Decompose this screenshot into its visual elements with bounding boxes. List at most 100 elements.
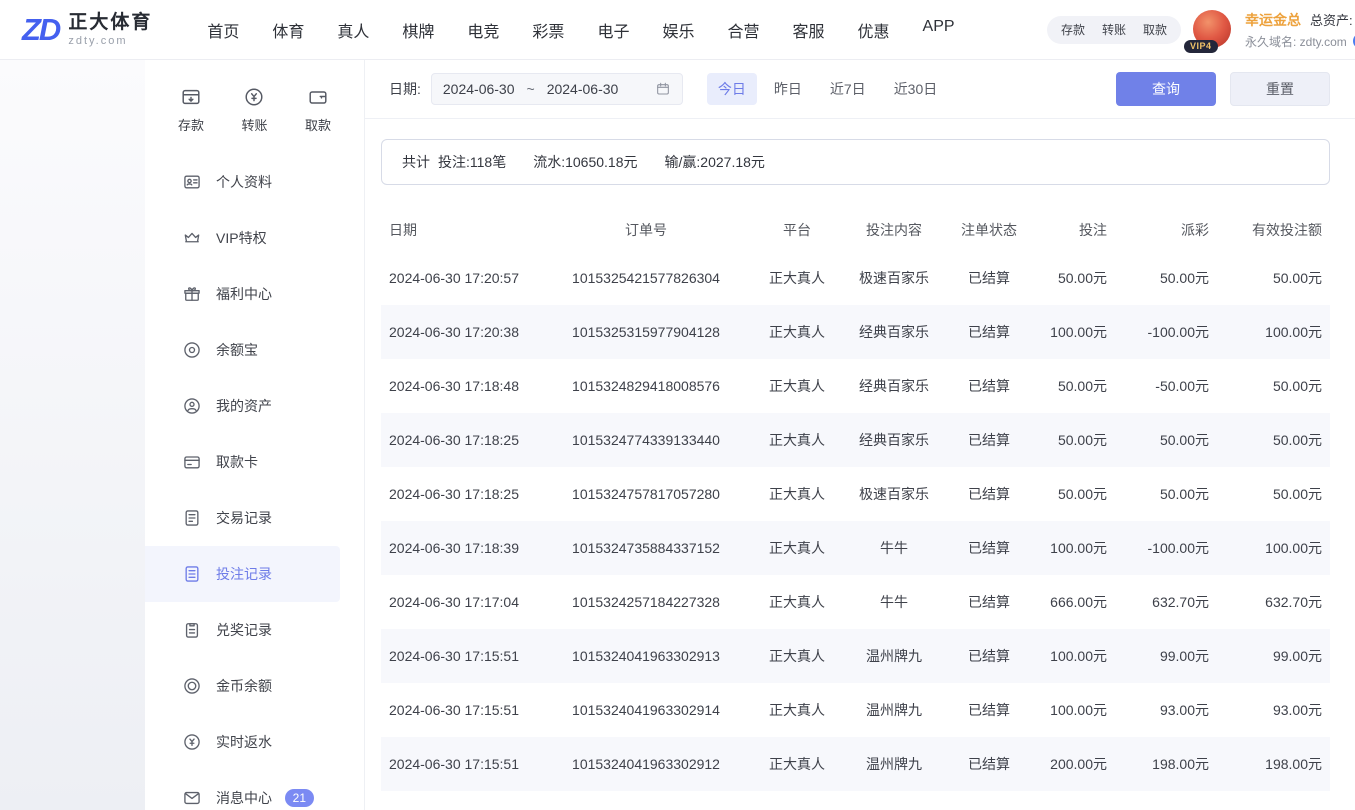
cell-payout: 632.70元 [1115, 575, 1217, 629]
range-button-1[interactable]: 昨日 [763, 73, 813, 105]
user-quick-deposit[interactable]: 存款 [1061, 21, 1085, 38]
sidebar-item-7[interactable]: 投注记录 [145, 546, 340, 602]
coins-icon [182, 676, 202, 696]
table-header-row: 日期订单号平台投注内容注单状态投注派彩有效投注额 [381, 209, 1330, 251]
user-meta: 幸运金总 总资产: 永久域名: zdty.com [1245, 10, 1355, 50]
nav-item-7[interactable]: 娱乐 [662, 18, 694, 42]
sidebar-item-9[interactable]: 金币余额 [145, 658, 364, 714]
sidebar-item-label: 消息中心 [216, 788, 272, 808]
nav-item-10[interactable]: 优惠 [858, 18, 890, 42]
sidebar-item-0[interactable]: 个人资料 [145, 154, 364, 210]
reset-button[interactable]: 重置 [1230, 72, 1330, 106]
wallet-quick-actions: 存款转账取款 [1047, 16, 1181, 44]
filter-bar: 日期: 2024-06-30 ~ 2024-06-30 今日昨日近7日近30日 … [365, 60, 1355, 119]
range-button-2[interactable]: 近7日 [819, 73, 877, 105]
cell-date: 2024-06-30 17:18:25 [381, 467, 541, 521]
nav-item-11[interactable]: APP [923, 18, 955, 42]
cell-order: 1015324774339133440 [541, 413, 751, 467]
date-range-input[interactable]: 2024-06-30 ~ 2024-06-30 [431, 73, 683, 105]
total-assets-label: 总资产: [1310, 10, 1353, 29]
range-button-3[interactable]: 近30日 [883, 73, 949, 105]
nav-item-2[interactable]: 真人 [337, 18, 369, 42]
cell-content: 极速百家乐 [843, 467, 945, 521]
transactions-icon [182, 508, 202, 528]
sidebar-quick-label: 存款 [178, 115, 204, 134]
date-start-value: 2024-06-30 [443, 81, 515, 97]
sidebar-quick-actions: 存款 转账 取款 [145, 86, 364, 134]
sidebar-item-8[interactable]: 兑奖记录 [145, 602, 364, 658]
cell-status: 已结算 [945, 575, 1033, 629]
messages-icon [182, 788, 202, 808]
nav-item-0[interactable]: 首页 [207, 18, 239, 42]
quick-date-ranges: 今日昨日近7日近30日 [707, 73, 948, 105]
summary-turnover: 流水:10650.18元 [533, 152, 637, 172]
cell-date: 2024-06-30 17:18:39 [381, 521, 541, 575]
cell-content: 温州牌九 [843, 629, 945, 683]
sidebar-menu: 个人资料 VIP特权福利中心余额宝我的资产取款卡交易记录投注记录兑奖记录金币余额实… [145, 154, 364, 810]
cell-order: 1015324757817057280 [541, 467, 751, 521]
sidebar-item-11[interactable]: 消息中心21 [145, 770, 364, 810]
cell-platform: 正大真人 [751, 683, 843, 737]
sidebar-item-2[interactable]: 福利中心 [145, 266, 364, 322]
cell-payout: 50.00元 [1115, 413, 1217, 467]
sidebar-item-3[interactable]: 余额宝 [145, 322, 364, 378]
sidebar-item-label: 余额宝 [216, 340, 258, 360]
column-header-3: 投注内容 [843, 209, 945, 251]
cell-bet: 200.00元 [1033, 737, 1115, 791]
nav-item-6[interactable]: 电子 [597, 18, 629, 42]
table-row: 2024-06-30 17:20:571015325421577826304正大… [381, 251, 1330, 305]
nav-item-8[interactable]: 合营 [727, 18, 759, 42]
sidebar-item-4[interactable]: 我的资产 [145, 378, 364, 434]
cell-status: 已结算 [945, 359, 1033, 413]
range-button-0[interactable]: 今日 [707, 73, 757, 105]
top-navbar: ZD 正大体育 zdty.com 首页 体育 真人 棋牌 电竞 彩票 电子 娱乐 合营 客服 优惠 A… [0, 0, 1355, 60]
cell-payout: 50.00元 [1115, 467, 1217, 521]
sidebar-item-5[interactable]: 取款卡 [145, 434, 364, 490]
cell-bet: 100.00元 [1033, 305, 1115, 359]
sidebar-item-10[interactable]: 实时返水 [145, 714, 364, 770]
nav-item-1[interactable]: 体育 [272, 18, 304, 42]
nav-item-5[interactable]: 彩票 [532, 18, 564, 42]
nav-item-9[interactable]: 客服 [792, 18, 824, 42]
vip-icon [182, 228, 202, 248]
cell-status: 已结算 [945, 467, 1033, 521]
user-area: 存款转账取款 VIP4 幸运金总 总资产: 永久域名: zdty.com [1047, 10, 1355, 50]
brand-logo[interactable]: ZD 正大体育 zdty.com [22, 12, 152, 47]
cell-bet: 100.00元 [1033, 629, 1115, 683]
cell-payout: 93.00元 [1115, 683, 1217, 737]
sidebar-item-label: 福利中心 [216, 284, 272, 304]
sidebar-item-6[interactable]: 交易记录 [145, 490, 364, 546]
user-quick-transfer[interactable]: 转账 [1102, 21, 1126, 38]
summary-win-loss: 输/赢:2027.18元 [665, 152, 765, 172]
cell-platform: 正大真人 [751, 629, 843, 683]
nav-item-4[interactable]: 电竞 [467, 18, 499, 42]
brand-domain: zdty.com [68, 35, 152, 47]
table-row: 2024-06-30 17:15:511015324041963302912正大… [381, 737, 1330, 791]
rebate-icon [182, 732, 202, 752]
cell-valid-bet: 93.00元 [1217, 683, 1330, 737]
page-body: 存款 转账 取款 个人资料 VIP特权福利中心余额宝我的资产取款卡交易记录投注记录兑奖… [0, 60, 1355, 810]
table-row: 2024-06-30 17:20:381015325315977904128正大… [381, 305, 1330, 359]
sidebar-quick-deposit[interactable]: 存款 [178, 86, 204, 134]
sidebar-item-label: 我的资产 [216, 396, 272, 416]
cell-date: 2024-06-30 17:20:38 [381, 305, 541, 359]
sidebar-item-label: VIP特权 [216, 228, 267, 248]
redeem-icon [182, 620, 202, 640]
user-quick-withdraw[interactable]: 取款 [1143, 21, 1167, 38]
sidebar-quick-withdraw[interactable]: 取款 [305, 86, 331, 134]
cell-status: 已结算 [945, 413, 1033, 467]
cell-platform: 正大真人 [751, 467, 843, 521]
cell-content: 牛牛 [843, 521, 945, 575]
cell-platform: 正大真人 [751, 521, 843, 575]
sidebar-item-1[interactable]: VIP特权 [145, 210, 364, 266]
search-button[interactable]: 查询 [1116, 72, 1216, 106]
cell-content: 极速百家乐 [843, 251, 945, 305]
cell-payout: -100.00元 [1115, 305, 1217, 359]
transfer-icon [243, 86, 265, 108]
cell-status: 已结算 [945, 305, 1033, 359]
table-row: 2024-06-30 17:18:481015324829418008576正大… [381, 359, 1330, 413]
sidebar-quick-label: 转账 [241, 115, 267, 134]
cell-status: 已结算 [945, 683, 1033, 737]
nav-item-3[interactable]: 棋牌 [402, 18, 434, 42]
sidebar-quick-transfer[interactable]: 转账 [241, 86, 267, 134]
